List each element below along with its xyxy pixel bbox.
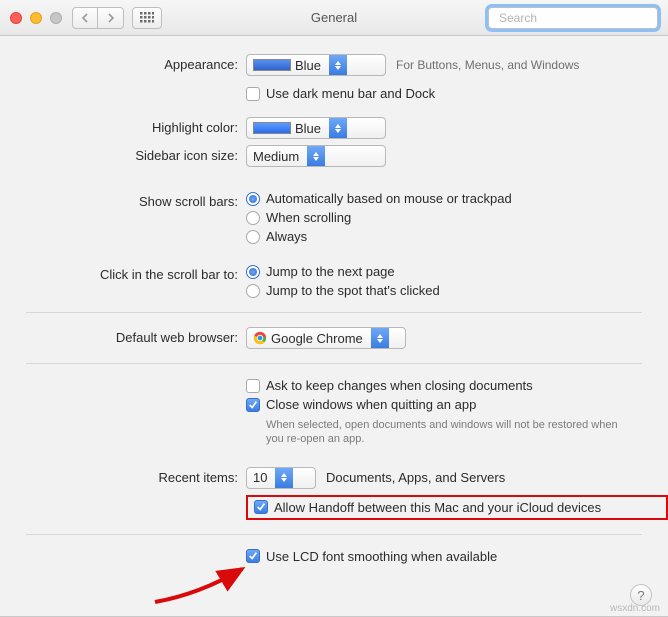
sidebar-label: Sidebar icon size: [0, 145, 246, 163]
handoff-checkbox[interactable] [254, 500, 268, 514]
scroll-when-radio[interactable] [246, 211, 260, 225]
ask-changes-checkbox[interactable] [246, 379, 260, 393]
click-spot-label: Jump to the spot that's clicked [266, 283, 440, 298]
select-stepper-icon [329, 55, 347, 75]
nav-buttons [72, 7, 124, 29]
grid-icon [140, 12, 154, 24]
click-next-label: Jump to the next page [266, 264, 395, 279]
minimize-window-icon[interactable] [30, 12, 42, 24]
browser-value: Google Chrome [271, 331, 363, 346]
recent-value: 10 [253, 470, 267, 485]
blue-swatch-icon [253, 59, 291, 71]
scroll-always-radio[interactable] [246, 230, 260, 244]
clickscroll-label: Click in the scroll bar to: [0, 264, 246, 282]
select-stepper-icon [275, 468, 293, 488]
search-input[interactable] [499, 11, 654, 25]
separator [26, 312, 642, 313]
click-next-radio[interactable] [246, 265, 260, 279]
close-windows-checkbox[interactable] [246, 398, 260, 412]
sidebar-size-select[interactable]: Medium [246, 145, 386, 167]
scrollbars-label: Show scroll bars: [0, 191, 246, 209]
show-all-button[interactable] [132, 7, 162, 29]
click-spot-radio[interactable] [246, 284, 260, 298]
window-controls [10, 12, 62, 24]
scroll-when-label: When scrolling [266, 210, 351, 225]
preferences-window: General Appearance: Blue For Buttons, Me… [0, 0, 668, 617]
scroll-auto-radio[interactable] [246, 192, 260, 206]
ask-changes-label: Ask to keep changes when closing documen… [266, 378, 533, 393]
titlebar: General [0, 0, 668, 36]
lcd-smoothing-checkbox[interactable] [246, 549, 260, 563]
close-windows-label: Close windows when quitting an app [266, 397, 476, 412]
browser-select[interactable]: Google Chrome [246, 327, 406, 349]
back-button[interactable] [72, 7, 98, 29]
close-windows-note: When selected, open documents and window… [266, 418, 636, 447]
select-stepper-icon [329, 118, 347, 138]
lcd-smoothing-label: Use LCD font smoothing when available [266, 549, 497, 564]
zoom-window-icon[interactable] [50, 12, 62, 24]
appearance-select[interactable]: Blue [246, 54, 386, 76]
chevron-left-icon [81, 13, 89, 23]
highlight-label: Highlight color: [0, 117, 246, 135]
annotation-arrow-icon [150, 564, 250, 604]
select-stepper-icon [371, 328, 389, 348]
appearance-label: Appearance: [0, 54, 246, 72]
search-field[interactable] [488, 7, 658, 29]
chevron-right-icon [107, 13, 115, 23]
content: Appearance: Blue For Buttons, Menus, and… [0, 36, 668, 617]
sidebar-value: Medium [253, 149, 299, 164]
highlight-swatch-icon [253, 122, 291, 134]
scroll-auto-label: Automatically based on mouse or trackpad [266, 191, 512, 206]
browser-label: Default web browser: [0, 327, 246, 345]
highlight-select[interactable]: Blue [246, 117, 386, 139]
select-stepper-icon [307, 146, 325, 166]
forward-button[interactable] [98, 7, 124, 29]
recent-desc: Documents, Apps, and Servers [326, 470, 505, 485]
window-title: General [311, 10, 357, 25]
handoff-highlight: Allow Handoff between this Mac and your … [246, 495, 668, 520]
separator [26, 534, 642, 535]
dark-menu-checkbox[interactable] [246, 87, 260, 101]
separator [26, 363, 642, 364]
recent-items-select[interactable]: 10 [246, 467, 316, 489]
appearance-desc: For Buttons, Menus, and Windows [396, 58, 579, 72]
handoff-label: Allow Handoff between this Mac and your … [274, 500, 601, 515]
recent-label: Recent items: [0, 467, 246, 485]
chrome-icon [253, 331, 267, 345]
appearance-value: Blue [295, 58, 321, 73]
close-window-icon[interactable] [10, 12, 22, 24]
scroll-always-label: Always [266, 229, 307, 244]
highlight-value: Blue [295, 121, 321, 136]
dark-menu-label: Use dark menu bar and Dock [266, 86, 435, 101]
watermark-text: wsxdn.com [610, 603, 660, 614]
